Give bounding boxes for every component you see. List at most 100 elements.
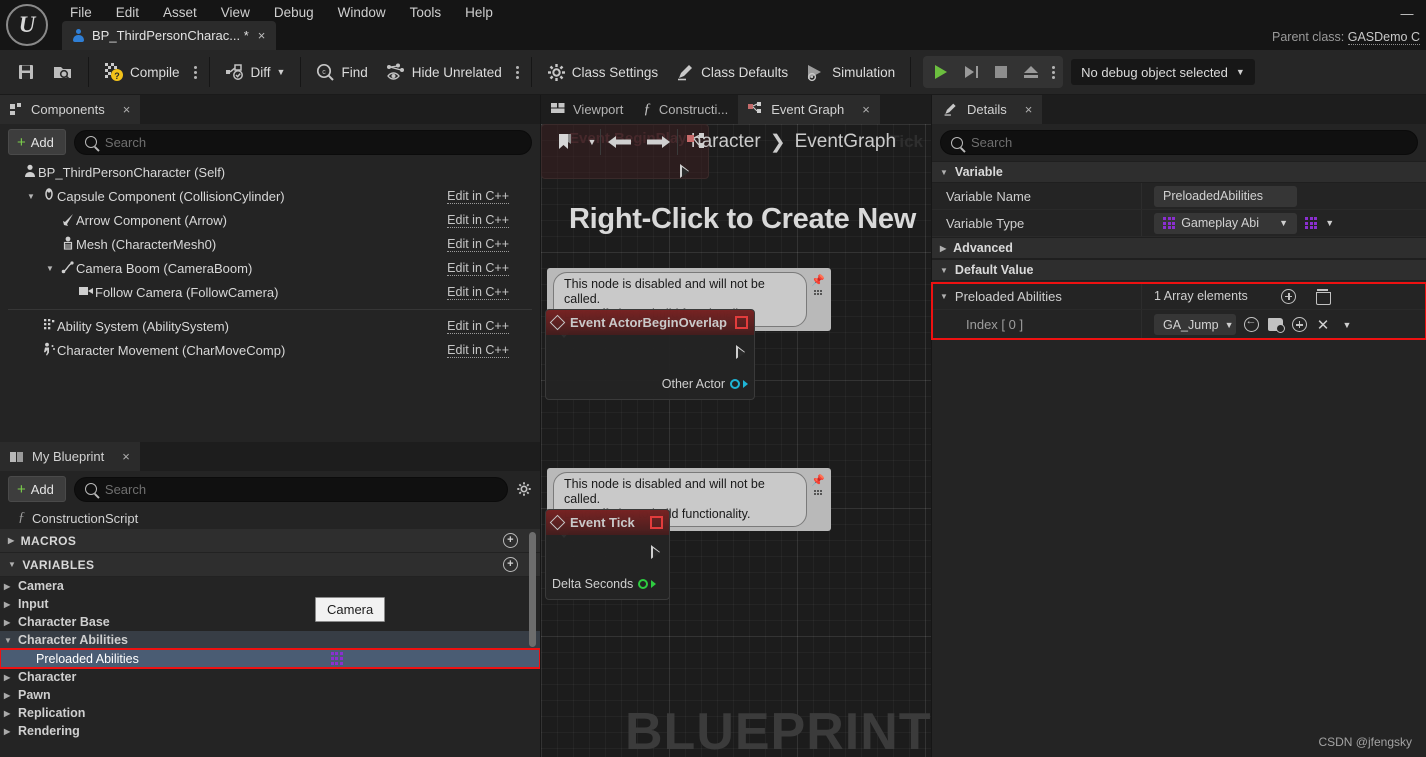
edit-in-cpp-link[interactable]: Edit in C++ xyxy=(447,343,509,358)
pin-icon[interactable]: 📌 xyxy=(811,274,825,287)
component-tree-row[interactable]: ▼ Camera Boom (CameraBoom) Edit in C++ xyxy=(0,256,540,280)
node-event-actorbeginoverlap[interactable]: Event ActorBeginOverlap Other Actor xyxy=(545,309,755,400)
variable-row[interactable]: ▶ Character Base xyxy=(0,613,540,631)
expand-arrow-icon[interactable]: ▼ xyxy=(27,192,40,201)
section-variables[interactable]: ▼ VARIABLES + xyxy=(0,553,540,577)
hide-unrelated-options-button[interactable] xyxy=(511,65,525,79)
tab-my-blueprint[interactable]: My Blueprint × xyxy=(0,442,140,471)
minimize-button[interactable]: — xyxy=(1388,0,1426,26)
preloaded-abilities-label-cell[interactable]: ▼ Preloaded Abilities xyxy=(932,283,1142,309)
compile-button[interactable]: ? Compile xyxy=(95,56,189,88)
step-button[interactable] xyxy=(956,57,986,87)
expand-arrow-icon[interactable]: ▶ xyxy=(4,582,18,591)
expand-arrow-icon[interactable]: ▶ xyxy=(4,600,18,609)
close-icon[interactable]: × xyxy=(256,28,268,43)
edit-in-cpp-link[interactable]: Edit in C++ xyxy=(447,189,509,204)
tab-viewport[interactable]: Viewport xyxy=(541,95,634,124)
tab-details[interactable]: Details × xyxy=(932,95,1043,124)
variable-row[interactable]: ▶ Character xyxy=(0,668,540,686)
menu-window[interactable]: Window xyxy=(326,2,398,24)
variable-row[interactable]: ▶ Camera xyxy=(0,577,540,595)
edit-in-cpp-link[interactable]: Edit in C++ xyxy=(447,237,509,252)
expand-arrow-icon[interactable]: ▼ xyxy=(46,264,59,273)
tab-components[interactable]: Components × xyxy=(0,95,141,124)
section-macros[interactable]: ▶ MACROS + xyxy=(0,529,540,553)
add-macros-button[interactable]: + xyxy=(503,533,518,548)
unreal-logo-icon[interactable]: U xyxy=(6,4,48,46)
bubble-pin-controls[interactable]: 📌 xyxy=(811,472,825,495)
tab-event-graph[interactable]: Event Graph × xyxy=(738,95,880,124)
variable-row[interactable]: Preloaded Abilities xyxy=(0,648,541,669)
back-button[interactable] xyxy=(601,125,639,159)
compile-options-button[interactable] xyxy=(189,65,203,79)
variable-type-dropdown[interactable]: Gameplay Abi ▼ xyxy=(1154,212,1297,234)
menu-help[interactable]: Help xyxy=(453,2,505,24)
component-tree-row[interactable]: Mesh (CharacterMesh0) Edit in C++ xyxy=(0,232,540,256)
tab-constructi[interactable]: ƒ Constructi... xyxy=(633,95,739,124)
browse-asset-button[interactable] xyxy=(1266,316,1285,334)
expand-arrow-icon[interactable]: ▶ xyxy=(4,691,18,700)
chevron-down-icon[interactable]: ▼ xyxy=(277,67,286,77)
ability-asset-dropdown[interactable]: GA_Jump ▼ xyxy=(1154,314,1236,335)
save-button[interactable] xyxy=(8,56,44,88)
simulation-button[interactable]: Simulation xyxy=(797,56,904,88)
browse-button[interactable] xyxy=(44,56,82,88)
details-section-variable[interactable]: ▼ Variable xyxy=(932,161,1426,183)
close-icon[interactable]: × xyxy=(1025,102,1033,117)
details-section-default-value[interactable]: ▼ Default Value xyxy=(932,259,1426,281)
variable-row[interactable]: ▶ Pawn xyxy=(0,686,540,704)
chevron-down-icon[interactable]: ▼ xyxy=(1325,218,1334,228)
node-event-tick[interactable]: Event Tick Delta Seconds xyxy=(545,509,670,600)
myblueprint-scrollbar[interactable] xyxy=(529,532,536,647)
resize-grip-icon[interactable] xyxy=(814,490,823,495)
component-tree-row[interactable]: ▼ Capsule Component (CollisionCylinder) Ed… xyxy=(0,184,540,208)
diff-button[interactable]: Diff ▼ xyxy=(216,56,295,88)
component-tree-row[interactable]: Follow Camera (FollowCamera) Edit in C++ xyxy=(0,280,540,304)
close-icon[interactable]: × xyxy=(122,449,130,464)
component-tree-row[interactable]: Character Movement (CharMoveComp) Edit in… xyxy=(0,338,540,362)
variable-row[interactable]: ▶ Rendering xyxy=(0,722,540,740)
play-options-button[interactable] xyxy=(1046,65,1060,79)
gear-icon[interactable] xyxy=(516,481,532,497)
component-tree-row[interactable]: BP_ThirdPersonCharacter (Self) xyxy=(0,160,540,184)
pin-icon[interactable]: 📌 xyxy=(811,474,825,487)
variable-row[interactable]: ▶ Replication xyxy=(0,704,540,722)
edit-in-cpp-link[interactable]: Edit in C++ xyxy=(447,285,509,300)
find-button[interactable]: c Find xyxy=(307,56,376,88)
bubble-pin-controls[interactable]: 📌 xyxy=(811,272,825,295)
play-button[interactable] xyxy=(926,57,956,87)
node-output-other-actor[interactable]: Other Actor xyxy=(662,377,748,391)
insert-element-button[interactable] xyxy=(1290,316,1308,334)
components-search-input[interactable]: Search xyxy=(73,129,532,155)
class-settings-button[interactable]: Class Settings xyxy=(538,56,667,88)
node-output-delta-seconds[interactable]: Delta Seconds xyxy=(552,577,657,591)
expand-arrow-icon[interactable]: ▶ xyxy=(4,673,18,682)
exec-output-pin[interactable] xyxy=(736,345,747,361)
variable-row[interactable]: ▶ Input xyxy=(0,595,540,613)
bookmark-button[interactable] xyxy=(546,125,584,159)
container-type-icon[interactable] xyxy=(1305,216,1318,230)
delete-all-elements-button[interactable] xyxy=(1314,287,1332,305)
exec-output-pin[interactable] xyxy=(651,545,662,561)
construction-script-row[interactable]: ƒ ConstructionScript xyxy=(0,507,540,529)
myblueprint-search-input[interactable]: Search xyxy=(73,476,508,502)
add-variable-button[interactable]: + Add xyxy=(8,476,66,502)
expand-arrow-icon[interactable]: ▶ xyxy=(4,727,18,736)
debug-object-selector[interactable]: No debug object selected ▼ xyxy=(1071,59,1255,85)
close-icon[interactable]: × xyxy=(123,102,131,117)
expand-arrow-icon[interactable]: ▼ xyxy=(4,636,18,645)
stop-button[interactable] xyxy=(986,57,1016,87)
clear-element-button[interactable]: ✕ xyxy=(1314,316,1332,334)
menu-tools[interactable]: Tools xyxy=(398,2,454,24)
add-component-button[interactable]: + Add xyxy=(8,129,66,155)
class-defaults-button[interactable]: Class Defaults xyxy=(667,56,797,88)
document-tab-bp-thirdpersoncharacter[interactable]: BP_ThirdPersonCharac... * × xyxy=(62,21,277,50)
expand-arrow-icon[interactable]: ▶ xyxy=(4,618,18,627)
details-search-input[interactable]: Search xyxy=(940,130,1418,155)
add-variables-button[interactable]: + xyxy=(503,557,518,572)
add-array-element-button[interactable] xyxy=(1280,287,1298,305)
expand-arrow-icon[interactable]: ▶ xyxy=(4,709,18,718)
component-tree-row[interactable]: Arrow Component (Arrow) Edit in C++ xyxy=(0,208,540,232)
parent-class-link[interactable]: GASDemo C xyxy=(1347,30,1420,45)
variable-name-input[interactable]: PreloadedAbilities xyxy=(1154,185,1297,207)
